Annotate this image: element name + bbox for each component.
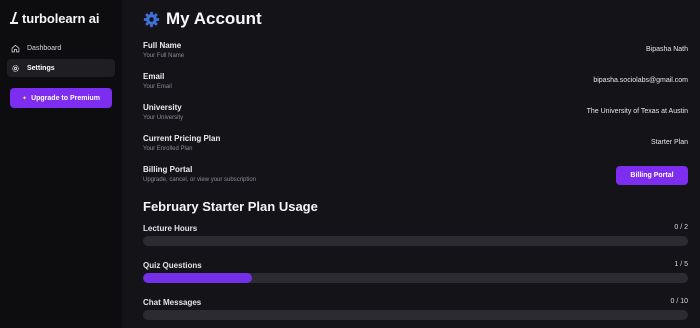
usage-progress-bar — [143, 236, 688, 246]
field-label: Current Pricing Plan — [143, 134, 221, 143]
usage-section-title: February Starter Plan Usage — [143, 199, 318, 214]
sidebar-item-settings[interactable]: Settings — [7, 59, 115, 77]
billing-portal-button[interactable]: Billing Portal — [616, 166, 688, 185]
field-sublabel: Your Enrolled Plan — [143, 146, 193, 152]
gear-icon — [143, 11, 160, 28]
usage-chat-messages: Chat Messages 0 / 10 — [143, 296, 688, 328]
usage-label: Lecture Hours — [143, 224, 198, 233]
email-field: Email Your Email bipasha.sociolabs@gmail… — [143, 72, 688, 103]
usage-label: Quiz Questions — [143, 261, 202, 270]
usage-count: 1 / 5 — [674, 261, 688, 268]
brand-name: turbolearn ai — [22, 10, 100, 26]
usage-label: Chat Messages — [143, 298, 202, 307]
app-window: turbolearn ai Dashboard Settings ✦ Upgra… — [0, 0, 700, 328]
university-value: The University of Texas at Austin — [586, 108, 688, 115]
full-name-value: Bipasha Nath — [645, 46, 688, 53]
usage-progress-bar — [143, 310, 688, 320]
usage-quiz-questions: Quiz Questions 1 / 5 — [143, 259, 688, 296]
field-label: University — [143, 103, 182, 112]
usage-progress-fill — [143, 273, 252, 283]
usage-progress-bar — [143, 273, 688, 283]
usage-count: 0 / 10 — [670, 298, 688, 305]
sidebar: turbolearn ai Dashboard Settings ✦ Upgra… — [0, 0, 122, 328]
field-label: Billing Portal — [143, 165, 193, 174]
field-sublabel: Your University — [143, 115, 184, 121]
home-icon — [11, 44, 20, 53]
gear-icon — [11, 64, 20, 73]
field-label: Full Name — [143, 41, 182, 50]
brand-logo[interactable]: turbolearn ai — [7, 9, 115, 27]
usage-count: 0 / 2 — [674, 224, 688, 231]
upgrade-to-premium-button[interactable]: ✦ Upgrade to Premium — [10, 88, 112, 108]
field-sublabel: Your Full Name — [143, 53, 185, 59]
sparkle-icon: ✦ — [22, 95, 28, 102]
field-sublabel: Upgrade, cancel, or view your subscripti… — [143, 177, 257, 183]
sidebar-item-label: Settings — [27, 64, 55, 72]
pricing-plan-field: Current Pricing Plan Your Enrolled Plan … — [143, 134, 688, 165]
full-name-field: Full Name Your Full Name Bipasha Nath — [143, 41, 688, 72]
university-field: University Your University The Universit… — [143, 103, 688, 134]
sidebar-item-label: Dashboard — [27, 44, 62, 52]
field-label: Email — [143, 72, 165, 81]
sidebar-item-dashboard[interactable]: Dashboard — [7, 39, 115, 57]
main-content: My Account Full Name Your Full Name Bipa… — [122, 0, 700, 328]
usage-lecture-hours: Lecture Hours 0 / 2 — [143, 222, 688, 259]
field-sublabel: Your Email — [143, 84, 172, 90]
pricing-plan-value: Starter Plan — [651, 139, 688, 146]
email-value: bipasha.sociolabs@gmail.com — [593, 77, 688, 84]
page-header: My Account — [143, 8, 688, 30]
upgrade-label: Upgrade to Premium — [31, 94, 100, 102]
page-title: My Account — [166, 9, 262, 28]
logo-mark-icon — [10, 12, 18, 24]
billing-portal-field: Billing Portal Upgrade, cancel, or view … — [143, 165, 688, 196]
